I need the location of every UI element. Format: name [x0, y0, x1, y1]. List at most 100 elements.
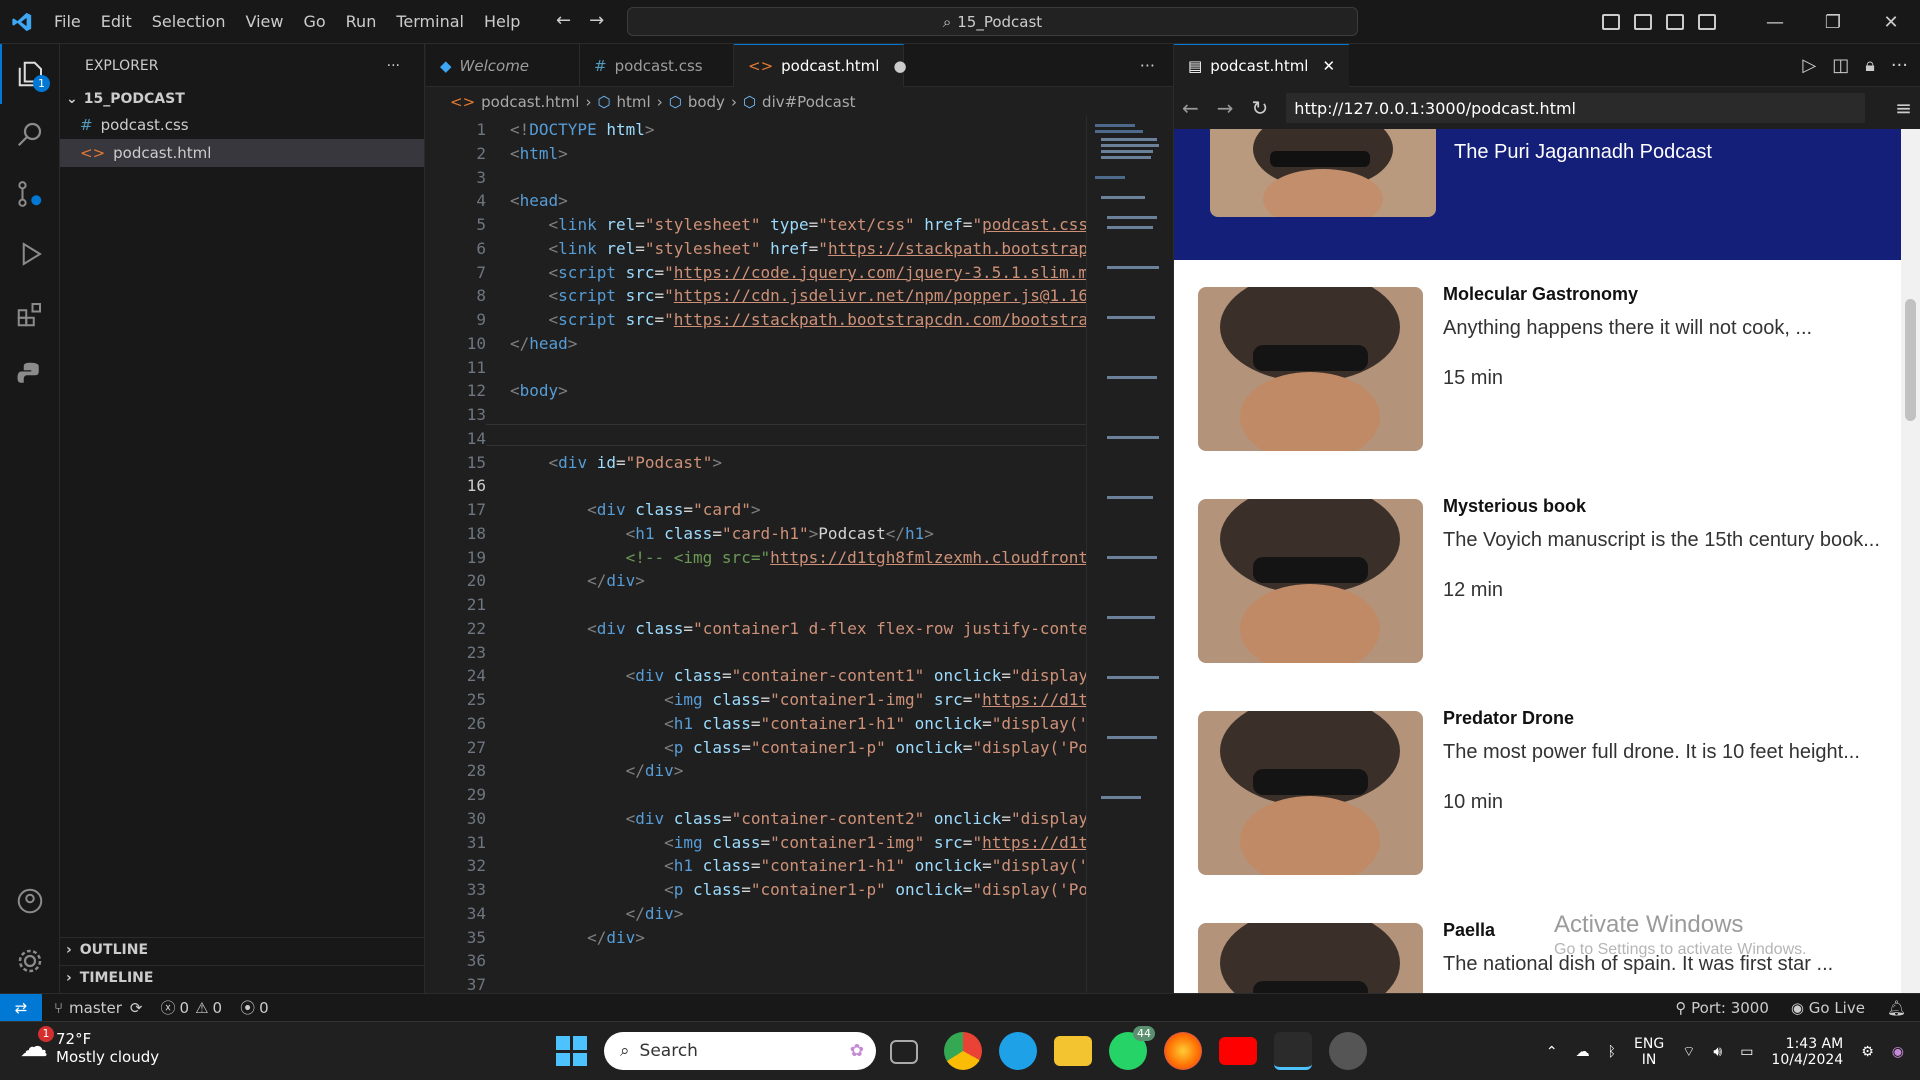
podcast-thumbnail[interactable] — [1198, 499, 1423, 663]
windows-start-icon[interactable] — [552, 1032, 590, 1070]
youtube-icon[interactable] — [1219, 1037, 1257, 1065]
preview-scrollbar[interactable] — [1901, 129, 1920, 993]
tab-preview[interactable]: ▤ podcast.html ✕ — [1174, 43, 1350, 87]
run-debug-icon[interactable] — [0, 224, 60, 284]
menu-run[interactable]: Run — [336, 12, 387, 31]
podcast-thumbnail[interactable] — [1198, 287, 1423, 451]
menu-file[interactable]: File — [44, 12, 91, 31]
ports-icon[interactable]: ⦿ — [240, 997, 255, 1018]
url-bar[interactable]: http://127.0.0.1:3000/podcast.html — [1286, 93, 1866, 123]
menu-go[interactable]: Go — [293, 12, 335, 31]
taskbar-search[interactable]: ⌕ Search ✿ — [604, 1032, 876, 1070]
podcast-thumbnail[interactable] — [1198, 711, 1423, 875]
onedrive-icon[interactable]: ☁ — [1576, 1044, 1590, 1060]
minimap[interactable] — [1086, 116, 1171, 993]
podcast-item[interactable]: Molecular Gastronomy Anything happens the… — [1198, 284, 1898, 451]
accounts-icon[interactable] — [0, 871, 60, 931]
close-icon[interactable]: ✕ — [1322, 57, 1335, 75]
weather-widget[interactable]: ☁ 1 72°F Mostly cloudy — [20, 1026, 159, 1066]
command-center[interactable]: ⌕ 15_Podcast — [627, 7, 1358, 36]
more-actions-icon[interactable]: ··· — [1891, 55, 1908, 76]
podcast-item-title[interactable]: Molecular Gastronomy — [1443, 284, 1638, 305]
more-actions-icon[interactable]: ··· — [387, 58, 400, 74]
branch-name[interactable]: master — [69, 999, 122, 1017]
warning-icon[interactable]: ⚠ — [195, 999, 208, 1017]
back-arrow-icon[interactable]: ← — [1182, 96, 1199, 120]
file-item-html[interactable]: <> podcast.html — [60, 139, 424, 167]
podcast-item[interactable]: Predator Drone The most power full drone.… — [1198, 708, 1898, 875]
task-view-icon[interactable] — [890, 1040, 918, 1064]
unsaved-dot-icon[interactable]: ● — [893, 57, 906, 75]
volume-icon[interactable]: 🔊︎ — [1713, 1044, 1722, 1060]
breadcrumb-body[interactable]: body — [688, 93, 725, 111]
toggle-sidebar-icon[interactable] — [1602, 14, 1620, 30]
file-explorer-icon[interactable] — [1054, 1036, 1092, 1066]
clock[interactable]: 1:43 AM 10/4/2024 — [1771, 1036, 1843, 1068]
wifi-icon[interactable]: ⌔ — [1682, 1043, 1695, 1061]
code-area[interactable]: 1 <!DOCTYPE html> 2 <html> 3 4 <head> 5 <link r… — [426, 116, 1086, 993]
toggle-panel-icon[interactable] — [1634, 14, 1652, 30]
breadcrumb-html[interactable]: html — [617, 93, 651, 111]
breadcrumb-div[interactable]: div#Podcast — [762, 93, 855, 111]
podcast-item-title[interactable]: Paella — [1443, 920, 1495, 941]
whatsapp-icon[interactable]: 44 — [1109, 1026, 1155, 1070]
language-indicator[interactable]: ENG IN — [1634, 1036, 1664, 1068]
podcast-item-title[interactable]: Mysterious book — [1443, 496, 1586, 517]
copilot-icon[interactable]: ◉ — [1892, 1044, 1904, 1060]
error-count[interactable]: 0 — [180, 999, 190, 1017]
close-icon[interactable]: ✕ — [1862, 12, 1920, 33]
battery-icon[interactable]: ▭ — [1740, 1044, 1753, 1060]
chevron-up-icon[interactable]: ⌃ — [1546, 1044, 1558, 1060]
app-icon[interactable] — [1329, 1032, 1367, 1070]
vscode-taskbar-icon[interactable] — [1274, 1032, 1312, 1070]
tab-welcome[interactable]: ◆ Welcome — [426, 44, 580, 87]
python-icon[interactable] — [0, 344, 60, 404]
toggle-secondary-sidebar-icon[interactable] — [1666, 14, 1684, 30]
menu-edit[interactable]: Edit — [91, 12, 142, 31]
go-live-status[interactable]: ◉ Go Live — [1791, 999, 1865, 1017]
firefox-icon[interactable] — [1164, 1032, 1202, 1070]
warning-count[interactable]: 0 — [213, 999, 223, 1017]
search-icon[interactable] — [0, 104, 60, 164]
ports-count[interactable]: 0 — [259, 999, 269, 1017]
minimize-icon[interactable]: — — [1746, 12, 1804, 33]
file-item-css[interactable]: # podcast.css — [60, 111, 424, 139]
source-control-icon[interactable] — [0, 164, 60, 224]
podcast-item-title[interactable]: Predator Drone — [1443, 708, 1574, 729]
sync-icon[interactable]: ⟳ — [130, 999, 143, 1017]
podcast-item[interactable]: Mysterious book The Voyich manuscript is … — [1198, 496, 1898, 663]
forward-arrow-icon[interactable]: → — [1217, 96, 1234, 120]
scrollbar-thumb[interactable] — [1905, 299, 1916, 421]
preview-page[interactable]: The Puri Jagannadh Podcast Molecular Gas… — [1174, 129, 1902, 993]
run-icon[interactable]: ▷ — [1802, 55, 1816, 76]
folder-section[interactable]: ⌄ 15_PODCAST — [60, 87, 424, 111]
timeline-section[interactable]: › TIMELINE — [60, 965, 425, 990]
menu-icon[interactable]: ≡ — [1895, 96, 1912, 120]
notifications-icon[interactable]: 🔔︎ — [1887, 999, 1906, 1017]
more-actions-icon[interactable]: ··· — [1122, 44, 1173, 86]
back-arrow-icon[interactable]: ← — [556, 10, 571, 31]
settings-gear-icon[interactable] — [0, 931, 60, 991]
menu-selection[interactable]: Selection — [142, 12, 236, 31]
edge-icon[interactable] — [999, 1032, 1037, 1070]
restore-icon[interactable]: ❐ — [1804, 12, 1862, 33]
remote-icon[interactable]: ⇄ — [0, 993, 42, 1022]
tab-podcast-html[interactable]: <> podcast.html ● — [734, 44, 907, 87]
chrome-icon[interactable] — [944, 1032, 982, 1070]
menu-view[interactable]: View — [236, 12, 294, 31]
port-status[interactable]: ⚲ Port: 3000 — [1675, 999, 1769, 1017]
tab-podcast-css[interactable]: # podcast.css — [580, 44, 734, 87]
extensions-icon[interactable] — [0, 284, 60, 344]
menu-help[interactable]: Help — [474, 12, 530, 31]
forward-arrow-icon[interactable]: → — [589, 10, 604, 31]
reload-icon[interactable]: ↻ — [1252, 96, 1269, 120]
outline-section[interactable]: › OUTLINE — [60, 937, 425, 962]
error-icon[interactable]: ⓧ — [161, 997, 176, 1018]
menu-terminal[interactable]: Terminal — [386, 12, 474, 31]
settings-gear-icon[interactable]: ⚙ — [1861, 1044, 1874, 1060]
lock-icon[interactable]: 🔒︎ — [1865, 55, 1875, 76]
breadcrumb-file[interactable]: podcast.html — [481, 93, 579, 111]
podcast-thumbnail[interactable] — [1198, 923, 1423, 993]
customize-layout-icon[interactable] — [1698, 14, 1716, 30]
bluetooth-icon[interactable]: ᛒ — [1608, 1044, 1616, 1060]
